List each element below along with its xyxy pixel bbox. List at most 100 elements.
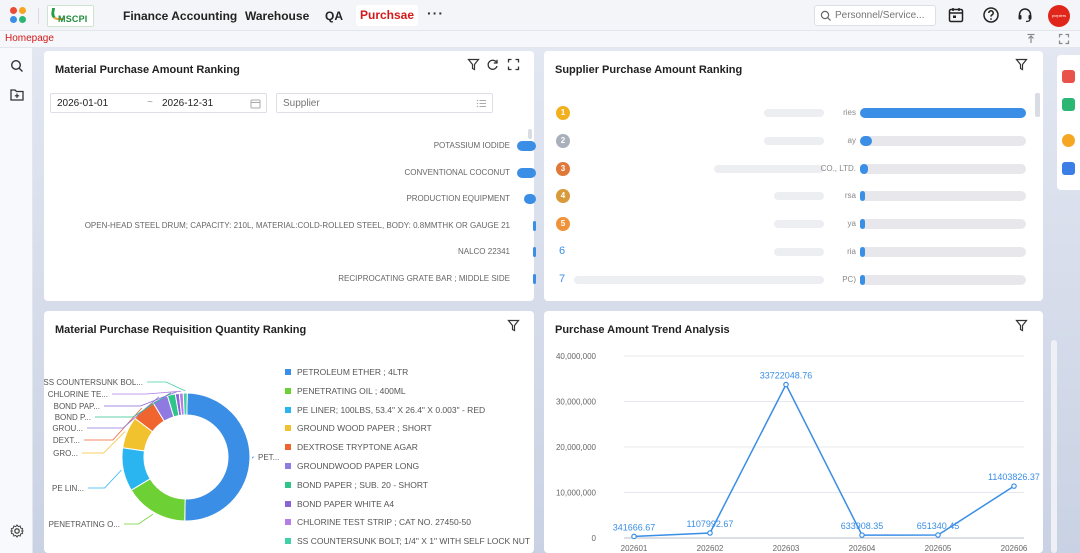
user-avatar[interactable]: pvrpiers bbox=[1048, 5, 1070, 27]
legend-item[interactable]: CHLORINE TEST STRIP ; CAT NO. 27450-50 bbox=[285, 517, 471, 527]
share-icon[interactable] bbox=[1062, 98, 1075, 111]
search-input[interactable] bbox=[835, 8, 933, 23]
legend-item[interactable]: GROUNDWOOD PAPER LONG bbox=[285, 461, 419, 471]
y-tick-label: 10,000,000 bbox=[556, 489, 597, 498]
supplier-input[interactable] bbox=[283, 97, 463, 110]
supplier-select[interactable] bbox=[276, 93, 493, 113]
supplier-bar-track[interactable] bbox=[860, 108, 1026, 118]
search-icon[interactable] bbox=[10, 59, 24, 73]
filter-icon[interactable] bbox=[507, 319, 520, 332]
data-point[interactable] bbox=[783, 381, 789, 388]
legend-item[interactable]: GROUND WOOD PAPER ; SHORT bbox=[285, 423, 432, 433]
app-grid-icon[interactable] bbox=[10, 7, 28, 25]
x-tick-label: 202602 bbox=[697, 544, 724, 553]
nav-finance-accounting[interactable]: Finance Accounting bbox=[123, 9, 237, 23]
left-sidebar bbox=[0, 48, 33, 553]
legend-item[interactable]: PE LINER; 100LBS, 53.4" X 26.4" X 0.003"… bbox=[285, 405, 485, 415]
legend-label: SS COUNTERSUNK BOLT; 1/4" X 1" WITH SELF… bbox=[297, 536, 531, 547]
ranking-label: NALCO 22341 bbox=[457, 247, 510, 257]
x-tick-label: 202601 bbox=[621, 544, 648, 553]
legend-item[interactable]: BOND PAPER ; SUB. 20 - SHORT bbox=[285, 480, 428, 490]
fullscreen-icon[interactable] bbox=[1058, 33, 1070, 45]
folder-add-icon[interactable] bbox=[10, 88, 24, 101]
filter-icon[interactable] bbox=[467, 58, 480, 71]
ranking-bar[interactable] bbox=[517, 141, 536, 151]
nav-qa[interactable]: QA bbox=[325, 9, 343, 23]
supplier-bar-track[interactable] bbox=[860, 219, 1026, 230]
supplier-name: ria bbox=[847, 247, 856, 256]
panel-title: Material Purchase Amount Ranking bbox=[55, 64, 240, 76]
help-icon[interactable] bbox=[982, 6, 1000, 24]
settings-icon[interactable] bbox=[10, 524, 24, 538]
message-icon[interactable] bbox=[1062, 162, 1075, 175]
supplier-bar-track[interactable] bbox=[860, 247, 1026, 257]
x-tick-label: 202605 bbox=[925, 544, 952, 553]
leader-line bbox=[251, 456, 254, 459]
x-tick-label: 202606 bbox=[1001, 544, 1028, 553]
scrollbar[interactable] bbox=[1051, 340, 1057, 553]
supplier-bar-track[interactable] bbox=[860, 135, 1026, 146]
legend-item[interactable]: DEXTROSE TRYPTONE AGAR bbox=[285, 442, 418, 452]
legend-item[interactable]: PENETRATING OIL ; 400ML bbox=[285, 386, 406, 396]
expand-icon[interactable] bbox=[507, 58, 520, 71]
upload-icon[interactable] bbox=[1025, 33, 1037, 45]
ranking-bar[interactable] bbox=[517, 167, 536, 178]
supplier-bar bbox=[860, 191, 865, 202]
supplier-bar-track[interactable] bbox=[860, 274, 1026, 285]
donut-slice[interactable] bbox=[184, 392, 251, 522]
date-start[interactable]: 2026-01-01 bbox=[57, 98, 108, 109]
data-point[interactable] bbox=[859, 532, 865, 538]
search-box[interactable] bbox=[814, 5, 936, 26]
slice-label: GRO... bbox=[53, 449, 78, 458]
data-point[interactable] bbox=[1011, 483, 1017, 489]
filter-icon[interactable] bbox=[1015, 58, 1028, 71]
legend-swatch bbox=[285, 406, 291, 413]
ranking-bar[interactable] bbox=[533, 220, 536, 231]
supplier-bar-track[interactable] bbox=[860, 191, 1026, 202]
scrollbar[interactable] bbox=[1035, 93, 1040, 117]
ranking-bar[interactable] bbox=[524, 194, 536, 205]
more-menu-button[interactable]: ··· bbox=[427, 5, 444, 21]
headset-icon[interactable] bbox=[1016, 6, 1034, 24]
leader-line bbox=[82, 431, 126, 454]
supplier-name: ries bbox=[843, 108, 856, 117]
y-tick-label: 0 bbox=[592, 534, 597, 543]
legend-item[interactable]: PETROLEUM ETHER ; 4LTR bbox=[285, 367, 408, 377]
logo-text: MSCPI bbox=[58, 14, 88, 24]
ranking-bar[interactable] bbox=[533, 247, 536, 258]
tab-strip: Homepage bbox=[0, 31, 1080, 48]
alert-icon[interactable] bbox=[1062, 70, 1075, 83]
filter-icon[interactable] bbox=[1015, 319, 1028, 332]
panel-trend: Purchase Amount Trend Analysis 0 10,000,0… bbox=[544, 311, 1043, 553]
slice-label: DEXT... bbox=[53, 436, 80, 445]
legend-label: DEXTROSE TRYPTONE AGAR bbox=[297, 442, 418, 453]
nav-warehouse[interactable]: Warehouse bbox=[245, 9, 309, 23]
data-point[interactable] bbox=[631, 533, 637, 540]
data-point[interactable] bbox=[935, 532, 941, 538]
supplier-bar-track[interactable] bbox=[860, 163, 1026, 174]
tab-homepage[interactable]: Homepage bbox=[5, 33, 54, 44]
calendar-icon[interactable] bbox=[947, 6, 965, 24]
ranking-bar[interactable] bbox=[533, 274, 536, 284]
legend-swatch bbox=[285, 444, 291, 451]
rank-medal-icon: 1 bbox=[556, 106, 570, 120]
donut-chart: PET... PENETRATING O... PE LIN... GRO... DEX… bbox=[44, 378, 279, 529]
date-end[interactable]: 2026-12-31 bbox=[162, 98, 213, 109]
slice-label: BOND PAP... bbox=[54, 402, 100, 411]
panel-title: Material Purchase Requisition Quantity R… bbox=[55, 324, 307, 336]
nav-purchase[interactable]: Purchsae bbox=[356, 5, 418, 26]
legend-item[interactable]: BOND PAPER WHITE A4 bbox=[285, 499, 394, 509]
legend-item[interactable]: SS COUNTERSUNK BOLT; 1/4" X 1" WITH SELF… bbox=[285, 536, 530, 546]
scrollbar[interactable] bbox=[528, 129, 532, 139]
leader-line bbox=[88, 469, 122, 489]
data-point[interactable] bbox=[707, 530, 713, 536]
point-label: 33722048.76 bbox=[760, 371, 813, 381]
donut-slice[interactable] bbox=[182, 392, 188, 416]
x-tick-label: 202604 bbox=[849, 544, 876, 553]
panel-requisition: Material Purchase Requisition Quantity R… bbox=[44, 311, 534, 553]
refresh-icon[interactable] bbox=[486, 58, 499, 71]
date-range-picker[interactable]: 2026-01-01 ~ 2026-12-31 bbox=[50, 93, 267, 113]
x-tick-label: 202603 bbox=[773, 544, 800, 553]
help-icon[interactable] bbox=[1062, 134, 1075, 147]
ranking-label: PRODUCTION EQUIPMENT bbox=[406, 194, 510, 204]
